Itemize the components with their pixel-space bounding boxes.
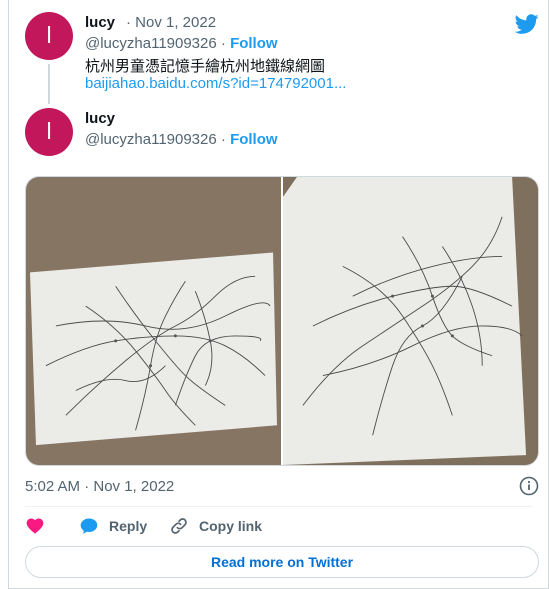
avatar[interactable]: l xyxy=(25,108,73,156)
separator: · xyxy=(220,131,226,148)
author-handle[interactable]: @lucyzha11909326 xyxy=(85,35,217,52)
copy-link-label: Copy link xyxy=(199,518,263,534)
separator: · xyxy=(220,35,226,52)
link-icon xyxy=(171,518,187,534)
photo-hand-drawn-metro-map-1[interactable] xyxy=(26,177,281,465)
tweet-media xyxy=(25,176,539,466)
heart-icon xyxy=(26,518,44,534)
info-icon[interactable] xyxy=(519,476,539,496)
follow-button[interactable]: Follow xyxy=(230,35,278,52)
author-name[interactable]: lucy xyxy=(85,14,115,31)
like-button[interactable] xyxy=(25,516,55,536)
reply-label: Reply xyxy=(109,518,148,534)
author-handle[interactable]: @lucyzha11909326 xyxy=(85,131,217,148)
tweet-text: 杭州男童憑記憶手繪杭州地鐵線網圖 xyxy=(85,58,326,75)
tweet-link[interactable]: baijiahao.baidu.com/s?id=174792001... xyxy=(85,75,346,92)
tweet-timestamp[interactable]: 5:02 AM · Nov 1, 2022 xyxy=(25,478,174,495)
handle-row: @lucyzha11909326 · Follow xyxy=(85,35,278,52)
tweet-embed-card: l lucy · Nov 1, 2022 @lucyzha11909326 · … xyxy=(8,0,549,589)
thread-connector xyxy=(48,64,50,104)
speech-bubble-icon xyxy=(80,518,98,534)
tweet-date[interactable]: · Nov 1, 2022 xyxy=(126,14,216,31)
author-name[interactable]: lucy xyxy=(85,110,115,127)
reply-button[interactable]: Reply xyxy=(79,516,147,536)
twitter-bird-icon[interactable] xyxy=(515,12,539,36)
avatar[interactable]: l xyxy=(25,12,73,60)
read-more-button[interactable]: Read more on Twitter xyxy=(25,546,539,578)
photo-hand-drawn-metro-map-2[interactable] xyxy=(283,177,538,465)
copy-link-button[interactable]: Copy link xyxy=(169,516,262,536)
handle-row: @lucyzha11909326 · Follow xyxy=(85,131,278,148)
follow-button[interactable]: Follow xyxy=(230,131,278,148)
divider xyxy=(25,506,532,507)
